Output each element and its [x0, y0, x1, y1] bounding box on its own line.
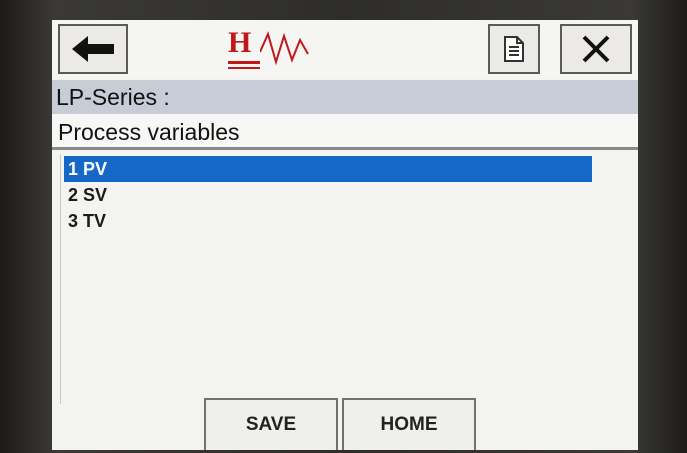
device-screen: H LP-Series : Process variables 1 PV 2 S…	[52, 20, 638, 450]
list-frame	[60, 154, 61, 404]
menu-item-sv[interactable]: 2 SV	[64, 182, 592, 208]
menu-item-pv[interactable]: 1 PV	[64, 156, 592, 182]
menu-list: 1 PV 2 SV 3 TV	[64, 156, 592, 234]
logo-wave-icon	[260, 31, 309, 66]
top-toolbar: H	[52, 20, 638, 78]
logo-letter: H	[228, 26, 252, 59]
arrow-left-icon	[72, 36, 114, 62]
close-button[interactable]	[560, 24, 632, 74]
document-icon	[504, 36, 524, 62]
function-bar: SAVE HOME	[52, 398, 638, 450]
logo-underline	[228, 61, 260, 64]
logo-underline-2	[228, 67, 260, 69]
document-button[interactable]	[488, 24, 540, 74]
close-icon	[582, 35, 610, 63]
save-button[interactable]: SAVE	[204, 398, 338, 450]
back-button[interactable]	[58, 24, 128, 74]
device-title: LP-Series :	[52, 80, 638, 114]
page-title: Process variables	[52, 114, 638, 150]
home-button[interactable]: HOME	[342, 398, 476, 450]
menu-item-tv[interactable]: 3 TV	[64, 208, 592, 234]
hw-logo: H	[228, 26, 318, 72]
